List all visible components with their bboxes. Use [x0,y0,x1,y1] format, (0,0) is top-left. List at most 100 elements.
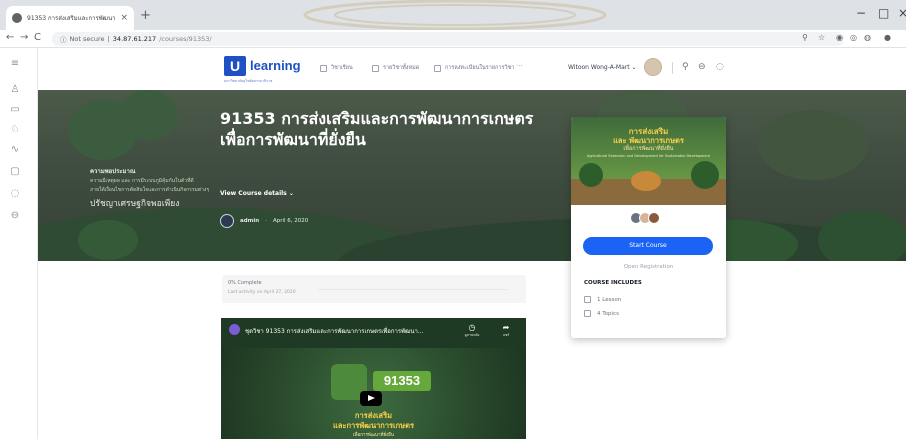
user-name-text: Witoon Wong-A-Mart [568,64,630,71]
user-icon[interactable]: ♙ [8,84,22,95]
video-course-code: 91353 [373,371,431,391]
nav-item-label: การลงทะเบียนในรายการวิชา [445,65,515,71]
header-divider [672,62,673,74]
course-icon[interactable]: ▭ [8,104,22,115]
course-date: April 6, 2020 [272,218,309,224]
list-icon [434,64,441,72]
message-icon[interactable]: ▢ [8,166,22,177]
view-course-details-button[interactable]: View Course details ⌄ [220,190,294,197]
course-includes-label: 1 Lesson [597,296,622,303]
video-overlay-subtitle: เพื่อการพัฒนาที่ยั่งยืน [352,433,395,438]
video-title[interactable]: ชุดวิชา 91353 การส่งเสริมและการพัฒนาการเ… [245,326,424,336]
course-card: การส่งเสริม และ พัฒนาการเกษตร เพื่อการพั… [571,117,726,338]
side-nav: ≡ ♙ ▭ ♘ ∿ ▢ ◌ ⊖ [0,48,38,439]
bookmark-star-icon[interactable]: ☆ [818,33,825,42]
user-avatar[interactable] [644,58,662,76]
view-course-details-label: View Course details [220,190,287,197]
chevron-down-icon: ⌄ [631,64,637,71]
enrolled-avatars [630,212,660,224]
extension-icon[interactable]: ◉ [836,33,843,42]
nav-item-enrolment[interactable]: การลงทะเบียนในรายการวิชา [434,64,514,72]
thumbnail-english-subtitle: Agricultural Extension and Development f… [586,154,711,158]
course-includes-item: 4 Topics [584,310,619,317]
nav-item-courses[interactable]: วิชาเรียน [320,64,353,72]
extension-icon[interactable]: ◎ [850,33,857,42]
info-icon[interactable]: ⓘ [60,34,67,44]
hero-text-line: ภายใต้เงื่อนไขการตัดสินใจและการดำเนินกิจ… [90,187,210,193]
tab-close-icon[interactable]: × [120,13,128,23]
reload-button[interactable]: C [34,32,41,43]
start-course-button[interactable]: Start Course [583,237,713,255]
user-name[interactable]: Witoon Wong-A-Mart ⌄ [568,64,637,71]
nav-more-button[interactable]: ··· [516,62,523,70]
logo-wordmark[interactable]: learning [250,58,301,73]
activity-icon[interactable]: ∿ [8,144,22,155]
cart-icon[interactable]: ⊖ [8,210,22,221]
group-icon[interactable]: ♘ [8,124,22,135]
address-bar[interactable]: ⓘ Not secure | 34.87.61.217/courses/9135… [52,32,844,46]
thumbnail-tree [579,163,603,187]
menu-icon[interactable]: ≡ [8,58,22,69]
zoom-icon[interactable]: ⚲ [802,33,808,42]
bell-icon[interactable]: ◌ [716,62,724,72]
nav-item-all-courses[interactable]: รายวิชาทั้งหมด [372,64,419,72]
watermark-seal [303,0,607,30]
course-intro-video[interactable]: ชุดวิชา 91353 การส่งเสริมและการพัฒนาการเ… [221,318,526,439]
hero-text-line: ความมีเหตุผล และ การมีระบบภูมิคุ้มกันในต… [90,178,194,184]
author-avatar[interactable] [220,214,234,228]
close-window-button[interactable]: × [898,6,906,20]
new-tab-button[interactable]: + [140,8,151,23]
url-path: /courses/91353/ [159,35,212,43]
chevron-down-icon: ⌄ [288,190,294,197]
logo-mark[interactable]: U [224,56,246,76]
url-host: 34.87.61.217 [112,35,157,43]
search-icon[interactable]: ⚲ [682,62,689,72]
lesson-icon [584,296,591,303]
progress-bar [318,289,508,290]
minimize-button[interactable]: − [856,6,866,20]
hero-text-line: ปรัชญาเศรษฐกิจพอเพียง [90,199,180,209]
course-title: 91353 การส่งเสริมและการพัฒนาการเกษตรเพื่… [220,109,534,149]
site-header: U learning มหาวิทยาลัยสุโขทัยธรรมาธิราช … [38,48,906,90]
hero-bush [818,210,906,261]
course-includes-heading: COURSE INCLUDES [584,280,642,286]
grid-icon [372,64,379,72]
logo-subtitle: มหาวิทยาลัยสุโขทัยธรรมาธิราช [224,79,273,83]
course-includes-label: 4 Topics [597,310,619,317]
back-button[interactable]: ← [6,32,14,43]
course-progress: 0% Complete Last activity on April 27, 2… [222,275,526,303]
forward-button[interactable]: → [20,32,28,43]
hero-tree [118,90,178,140]
avatar [648,212,660,224]
course-thumbnail: การส่งเสริม และ พัฒนาการเกษตร เพื่อการพั… [571,117,726,205]
last-activity: Last activity on April 27, 2020 [228,290,296,295]
play-button[interactable] [360,391,382,406]
cart-icon[interactable]: ⊖ [698,62,706,72]
watch-later-button[interactable]: ◷ ดูภายหลัง [461,323,483,338]
notification-icon[interactable]: ◌ [8,188,22,199]
share-button[interactable]: ➦ แชร์ [495,323,517,338]
profile-icon[interactable]: ● [884,33,891,42]
progress-percent: 0% Complete [228,280,262,286]
tab-title: 91353 การส่งเสริมและการพัฒนาการ [27,15,116,22]
nav-item-label: รายวิชาทั้งหมด [383,65,420,71]
topics-icon [584,310,591,317]
thumbnail-hut [631,171,661,191]
favicon-icon [12,13,22,23]
thumbnail-subtitle: เพื่อการพัฒนาที่ยั่งยืน [623,146,674,152]
channel-avatar[interactable] [229,324,240,335]
browser-tabbar: 91353 การส่งเสริมและการพัฒนาการ × + − □ … [0,0,906,30]
course-includes-item: 1 Lesson [584,296,621,303]
author-name[interactable]: admin [240,218,259,224]
extension-icon[interactable]: ◍ [864,33,871,42]
hero-philosophy-text: ความพอประมาณ ความมีเหตุผล และ การมีระบบภ… [90,166,232,210]
thumbnail-tree [691,161,719,189]
browser-toolbar: ← → C ⓘ Not secure | 34.87.61.217/course… [0,30,906,48]
maximize-button[interactable]: □ [878,6,889,20]
security-label: Not secure [69,35,105,43]
browser-tab[interactable]: 91353 การส่งเสริมและการพัฒนาการ × [6,6,134,30]
course-author-row: admin · April 6, 2020 [220,214,308,228]
url-separator: | [107,35,110,43]
clock-icon: ◷ [468,323,476,332]
course-hero: ความพอประมาณ ความมีเหตุผล และ การมีระบบภ… [38,90,906,261]
